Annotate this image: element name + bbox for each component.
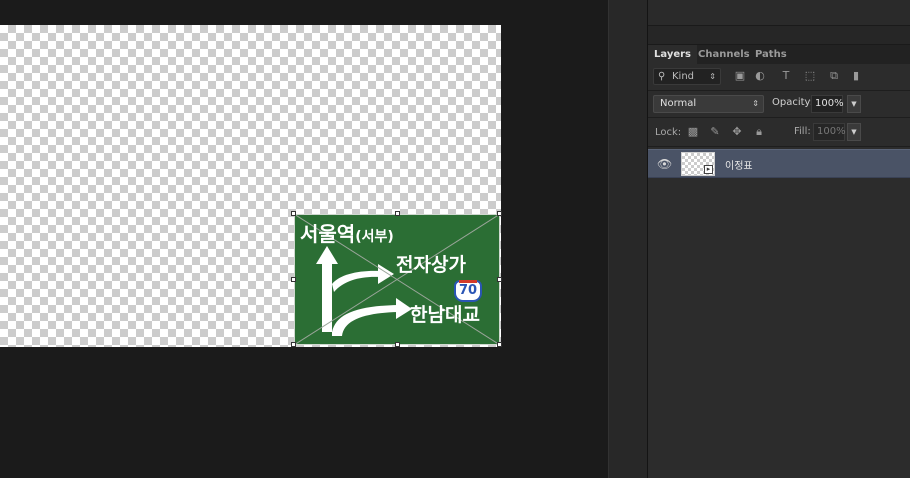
lock-all-icon[interactable]: 🔒︎ xyxy=(752,125,766,139)
image-icon[interactable]: ▣ xyxy=(733,69,747,83)
shape-icon[interactable]: ⬚ xyxy=(803,69,817,83)
lock-row: Lock: ▩ ✎ ✥ 🔒︎ Fill: 100% ▼ xyxy=(648,118,910,147)
layer-row[interactable]: 👁︎ ▸ 이정표 xyxy=(648,149,910,178)
lock-paint-icon[interactable]: ✎ xyxy=(708,125,722,139)
canvas-workspace[interactable]: 서울역(서부) 전자상가 한남대교 70 xyxy=(0,0,608,478)
layers-panel: Layers Channels Paths ⚲ Kind ⇕ ▣ ◐ T ⬚ ⧉… xyxy=(648,0,910,478)
filter-kind-select[interactable]: ⚲ Kind ⇕ xyxy=(653,68,721,85)
panel-tabs: Layers Channels Paths xyxy=(648,45,910,64)
transform-handle-bottom-left[interactable] xyxy=(291,342,296,347)
transform-handle-right[interactable] xyxy=(497,277,502,282)
opacity-label: Opacity: xyxy=(772,97,814,108)
panel-collapsed-strip xyxy=(648,26,910,45)
lock-label: Lock: xyxy=(655,127,682,138)
panel-header-bar xyxy=(648,0,910,26)
layer-thumbnail[interactable]: ▸ xyxy=(681,152,715,176)
layer-name[interactable]: 이정표 xyxy=(725,157,753,172)
filter-kind-label: Kind xyxy=(672,71,695,82)
transform-handle-top-right[interactable] xyxy=(497,211,502,216)
road-sign-layer[interactable]: 서울역(서부) 전자상가 한남대교 70 xyxy=(291,211,502,347)
layer-filter-row: ⚲ Kind ⇕ ▣ ◐ T ⬚ ⧉ ▮ xyxy=(648,64,910,91)
tab-channels[interactable]: Channels xyxy=(692,45,756,64)
updown-arrow-icon: ⇕ xyxy=(709,72,716,81)
adjustment-icon[interactable]: ◐ xyxy=(753,69,767,83)
opacity-dropdown-button[interactable]: ▼ xyxy=(847,95,861,113)
tab-paths[interactable]: Paths xyxy=(749,45,793,64)
lock-transparent-icon[interactable]: ▩ xyxy=(686,125,700,139)
eye-icon[interactable]: 👁︎ xyxy=(657,157,672,171)
sign-destination-electronics-market: 전자상가 xyxy=(396,254,466,276)
sign-destination-hannam-bridge: 한남대교 xyxy=(410,304,480,326)
filter-toggle[interactable]: ▮ xyxy=(852,69,860,83)
fill-label: Fill: xyxy=(794,126,811,137)
transform-handle-bottom[interactable] xyxy=(395,342,400,347)
opacity-input[interactable]: 100% xyxy=(811,95,844,113)
search-icon: ⚲ xyxy=(658,71,666,82)
transform-handle-top[interactable] xyxy=(395,211,400,216)
tab-layers[interactable]: Layers xyxy=(648,45,697,64)
panel-dock-gutter xyxy=(608,0,648,478)
smart-object-icon[interactable]: ⧉ xyxy=(827,69,841,83)
route-70-badge: 70 xyxy=(454,280,482,302)
fill-input[interactable]: 100% xyxy=(813,123,846,141)
fill-dropdown-button[interactable]: ▼ xyxy=(847,123,861,141)
blend-mode-value: Normal xyxy=(660,98,697,109)
lock-move-icon[interactable]: ✥ xyxy=(730,125,744,139)
updown-arrow-icon: ⇕ xyxy=(752,99,759,108)
sign-destination-seoul-station: 서울역(서부) xyxy=(300,222,394,246)
transform-handle-left[interactable] xyxy=(291,277,296,282)
blend-mode-select[interactable]: Normal ⇕ xyxy=(653,95,764,113)
transform-handle-top-left[interactable] xyxy=(291,211,296,216)
blend-row: Normal ⇕ Opacity: 100% ▼ xyxy=(648,91,910,118)
type-icon[interactable]: T xyxy=(779,69,793,83)
smart-object-badge-icon: ▸ xyxy=(704,165,713,174)
transform-handle-bottom-right[interactable] xyxy=(497,342,502,347)
